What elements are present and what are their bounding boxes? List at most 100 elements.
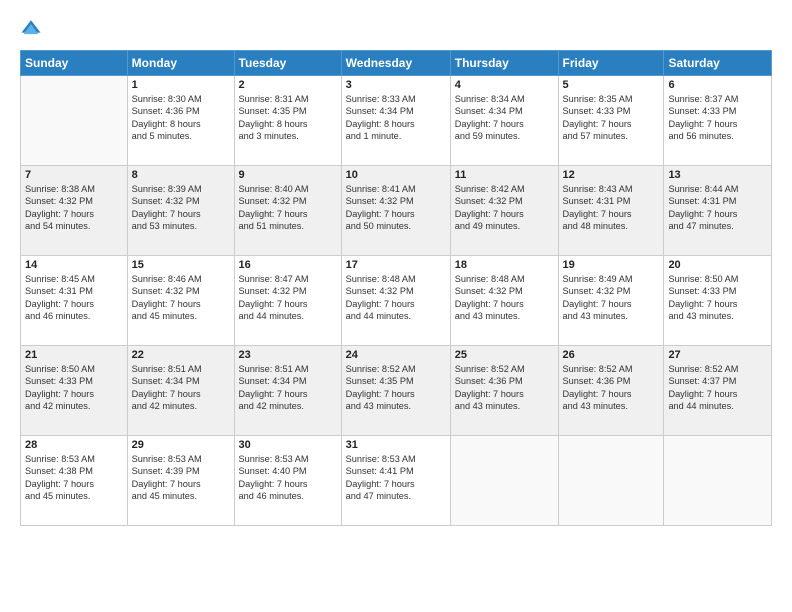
day-info: Sunrise: 8:52 AMSunset: 4:36 PMDaylight:… <box>455 363 554 413</box>
calendar-row-4: 21 Sunrise: 8:50 AMSunset: 4:33 PMDayligh… <box>21 346 772 436</box>
day-number: 30 <box>239 439 337 451</box>
day-cell-28: 28 Sunrise: 8:53 AMSunset: 4:38 PMDayligh… <box>21 436 128 526</box>
day-number: 10 <box>346 169 446 181</box>
day-info: Sunrise: 8:51 AMSunset: 4:34 PMDaylight:… <box>239 363 337 413</box>
day-number: 1 <box>132 79 230 91</box>
day-cell-11: 11 Sunrise: 8:42 AMSunset: 4:32 PMDayligh… <box>450 166 558 256</box>
day-info: Sunrise: 8:42 AMSunset: 4:32 PMDaylight:… <box>455 183 554 233</box>
day-info: Sunrise: 8:47 AMSunset: 4:32 PMDaylight:… <box>239 273 337 323</box>
day-info: Sunrise: 8:41 AMSunset: 4:32 PMDaylight:… <box>346 183 446 233</box>
day-cell-1: 1 Sunrise: 8:30 AMSunset: 4:36 PMDaylight… <box>127 76 234 166</box>
day-number: 14 <box>25 259 123 271</box>
calendar-table: SundayMondayTuesdayWednesdayThursdayFrid… <box>20 50 772 526</box>
col-header-tuesday: Tuesday <box>234 51 341 76</box>
day-number: 5 <box>563 79 660 91</box>
header-row: SundayMondayTuesdayWednesdayThursdayFrid… <box>21 51 772 76</box>
day-cell-27: 27 Sunrise: 8:52 AMSunset: 4:37 PMDayligh… <box>664 346 772 436</box>
day-info: Sunrise: 8:30 AMSunset: 4:36 PMDaylight:… <box>132 93 230 143</box>
day-info: Sunrise: 8:52 AMSunset: 4:37 PMDaylight:… <box>668 363 767 413</box>
day-cell-7: 7 Sunrise: 8:38 AMSunset: 4:32 PMDaylight… <box>21 166 128 256</box>
day-info: Sunrise: 8:53 AMSunset: 4:39 PMDaylight:… <box>132 453 230 503</box>
day-number: 29 <box>132 439 230 451</box>
day-cell-2: 2 Sunrise: 8:31 AMSunset: 4:35 PMDaylight… <box>234 76 341 166</box>
day-cell-5: 5Sunrise: 8:35 AMSunset: 4:33 PMDaylight… <box>558 76 664 166</box>
day-cell-23: 23 Sunrise: 8:51 AMSunset: 4:34 PMDayligh… <box>234 346 341 436</box>
day-info: Sunrise: 8:50 AMSunset: 4:33 PMDaylight:… <box>25 363 123 413</box>
logo-icon <box>20 18 42 40</box>
day-info: Sunrise: 8:38 AMSunset: 4:32 PMDaylight:… <box>25 183 123 233</box>
header <box>20 18 772 40</box>
day-cell-21: 21 Sunrise: 8:50 AMSunset: 4:33 PMDayligh… <box>21 346 128 436</box>
day-info: Sunrise: 8:43 AMSunset: 4:31 PMDaylight:… <box>563 183 660 233</box>
day-number: 3 <box>346 79 446 91</box>
day-info: Sunrise: 8:50 AMSunset: 4:33 PMDaylight:… <box>668 273 767 323</box>
day-cell-13: 13Sunrise: 8:44 AMSunset: 4:31 PMDayligh… <box>664 166 772 256</box>
empty-cell <box>21 76 128 166</box>
day-cell-18: 18 Sunrise: 8:48 AMSunset: 4:32 PMDayligh… <box>450 256 558 346</box>
day-cell-26: 26 Sunrise: 8:52 AMSunset: 4:36 PMDayligh… <box>558 346 664 436</box>
day-info: Sunrise: 8:37 AMSunset: 4:33 PMDaylight:… <box>668 93 767 143</box>
calendar-row-5: 28 Sunrise: 8:53 AMSunset: 4:38 PMDayligh… <box>21 436 772 526</box>
col-header-saturday: Saturday <box>664 51 772 76</box>
day-cell-19: 19Sunrise: 8:49 AMSunset: 4:32 PMDayligh… <box>558 256 664 346</box>
day-cell-22: 22Sunrise: 8:51 AMSunset: 4:34 PMDayligh… <box>127 346 234 436</box>
day-number: 23 <box>239 349 337 361</box>
day-cell-10: 10 Sunrise: 8:41 AMSunset: 4:32 PMDayligh… <box>341 166 450 256</box>
day-number: 28 <box>25 439 123 451</box>
day-info: Sunrise: 8:31 AMSunset: 4:35 PMDaylight:… <box>239 93 337 143</box>
day-cell-14: 14 Sunrise: 8:45 AMSunset: 4:31 PMDayligh… <box>21 256 128 346</box>
col-header-sunday: Sunday <box>21 51 128 76</box>
day-cell-8: 8Sunrise: 8:39 AMSunset: 4:32 PMDaylight… <box>127 166 234 256</box>
day-info: Sunrise: 8:40 AMSunset: 4:32 PMDaylight:… <box>239 183 337 233</box>
day-number: 21 <box>25 349 123 361</box>
day-number: 18 <box>455 259 554 271</box>
day-cell-6: 6 Sunrise: 8:37 AMSunset: 4:33 PMDaylight… <box>664 76 772 166</box>
page: SundayMondayTuesdayWednesdayThursdayFrid… <box>0 0 792 612</box>
day-number: 12 <box>563 169 660 181</box>
day-info: Sunrise: 8:33 AMSunset: 4:34 PMDaylight:… <box>346 93 446 143</box>
day-info: Sunrise: 8:52 AMSunset: 4:35 PMDaylight:… <box>346 363 446 413</box>
col-header-monday: Monday <box>127 51 234 76</box>
day-cell-4: 4Sunrise: 8:34 AMSunset: 4:34 PMDaylight… <box>450 76 558 166</box>
day-number: 19 <box>563 259 660 271</box>
day-cell-31: 31 Sunrise: 8:53 AMSunset: 4:41 PMDayligh… <box>341 436 450 526</box>
day-number: 17 <box>346 259 446 271</box>
day-info: Sunrise: 8:51 AMSunset: 4:34 PMDaylight:… <box>132 363 230 413</box>
day-number: 8 <box>132 169 230 181</box>
day-number: 6 <box>668 79 767 91</box>
day-cell-29: 29 Sunrise: 8:53 AMSunset: 4:39 PMDayligh… <box>127 436 234 526</box>
col-header-thursday: Thursday <box>450 51 558 76</box>
day-number: 9 <box>239 169 337 181</box>
day-cell-20: 20 Sunrise: 8:50 AMSunset: 4:33 PMDayligh… <box>664 256 772 346</box>
day-info: Sunrise: 8:53 AMSunset: 4:38 PMDaylight:… <box>25 453 123 503</box>
day-cell-3: 3 Sunrise: 8:33 AMSunset: 4:34 PMDaylight… <box>341 76 450 166</box>
col-header-wednesday: Wednesday <box>341 51 450 76</box>
day-info: Sunrise: 8:46 AMSunset: 4:32 PMDaylight:… <box>132 273 230 323</box>
day-info: Sunrise: 8:53 AMSunset: 4:40 PMDaylight:… <box>239 453 337 503</box>
day-cell-15: 15 Sunrise: 8:46 AMSunset: 4:32 PMDayligh… <box>127 256 234 346</box>
day-number: 25 <box>455 349 554 361</box>
day-number: 7 <box>25 169 123 181</box>
day-number: 27 <box>668 349 767 361</box>
day-cell-24: 24 Sunrise: 8:52 AMSunset: 4:35 PMDayligh… <box>341 346 450 436</box>
empty-cell <box>664 436 772 526</box>
day-number: 11 <box>455 169 554 181</box>
day-number: 15 <box>132 259 230 271</box>
col-header-friday: Friday <box>558 51 664 76</box>
day-info: Sunrise: 8:53 AMSunset: 4:41 PMDaylight:… <box>346 453 446 503</box>
day-info: Sunrise: 8:48 AMSunset: 4:32 PMDaylight:… <box>346 273 446 323</box>
day-info: Sunrise: 8:52 AMSunset: 4:36 PMDaylight:… <box>563 363 660 413</box>
empty-cell <box>558 436 664 526</box>
day-number: 24 <box>346 349 446 361</box>
day-info: Sunrise: 8:45 AMSunset: 4:31 PMDaylight:… <box>25 273 123 323</box>
day-cell-30: 30 Sunrise: 8:53 AMSunset: 4:40 PMDayligh… <box>234 436 341 526</box>
day-info: Sunrise: 8:48 AMSunset: 4:32 PMDaylight:… <box>455 273 554 323</box>
day-number: 31 <box>346 439 446 451</box>
day-cell-25: 25 Sunrise: 8:52 AMSunset: 4:36 PMDayligh… <box>450 346 558 436</box>
day-cell-12: 12 Sunrise: 8:43 AMSunset: 4:31 PMDayligh… <box>558 166 664 256</box>
day-number: 20 <box>668 259 767 271</box>
calendar-row-3: 14 Sunrise: 8:45 AMSunset: 4:31 PMDayligh… <box>21 256 772 346</box>
calendar-row-1: 1 Sunrise: 8:30 AMSunset: 4:36 PMDaylight… <box>21 76 772 166</box>
day-number: 26 <box>563 349 660 361</box>
day-number: 2 <box>239 79 337 91</box>
